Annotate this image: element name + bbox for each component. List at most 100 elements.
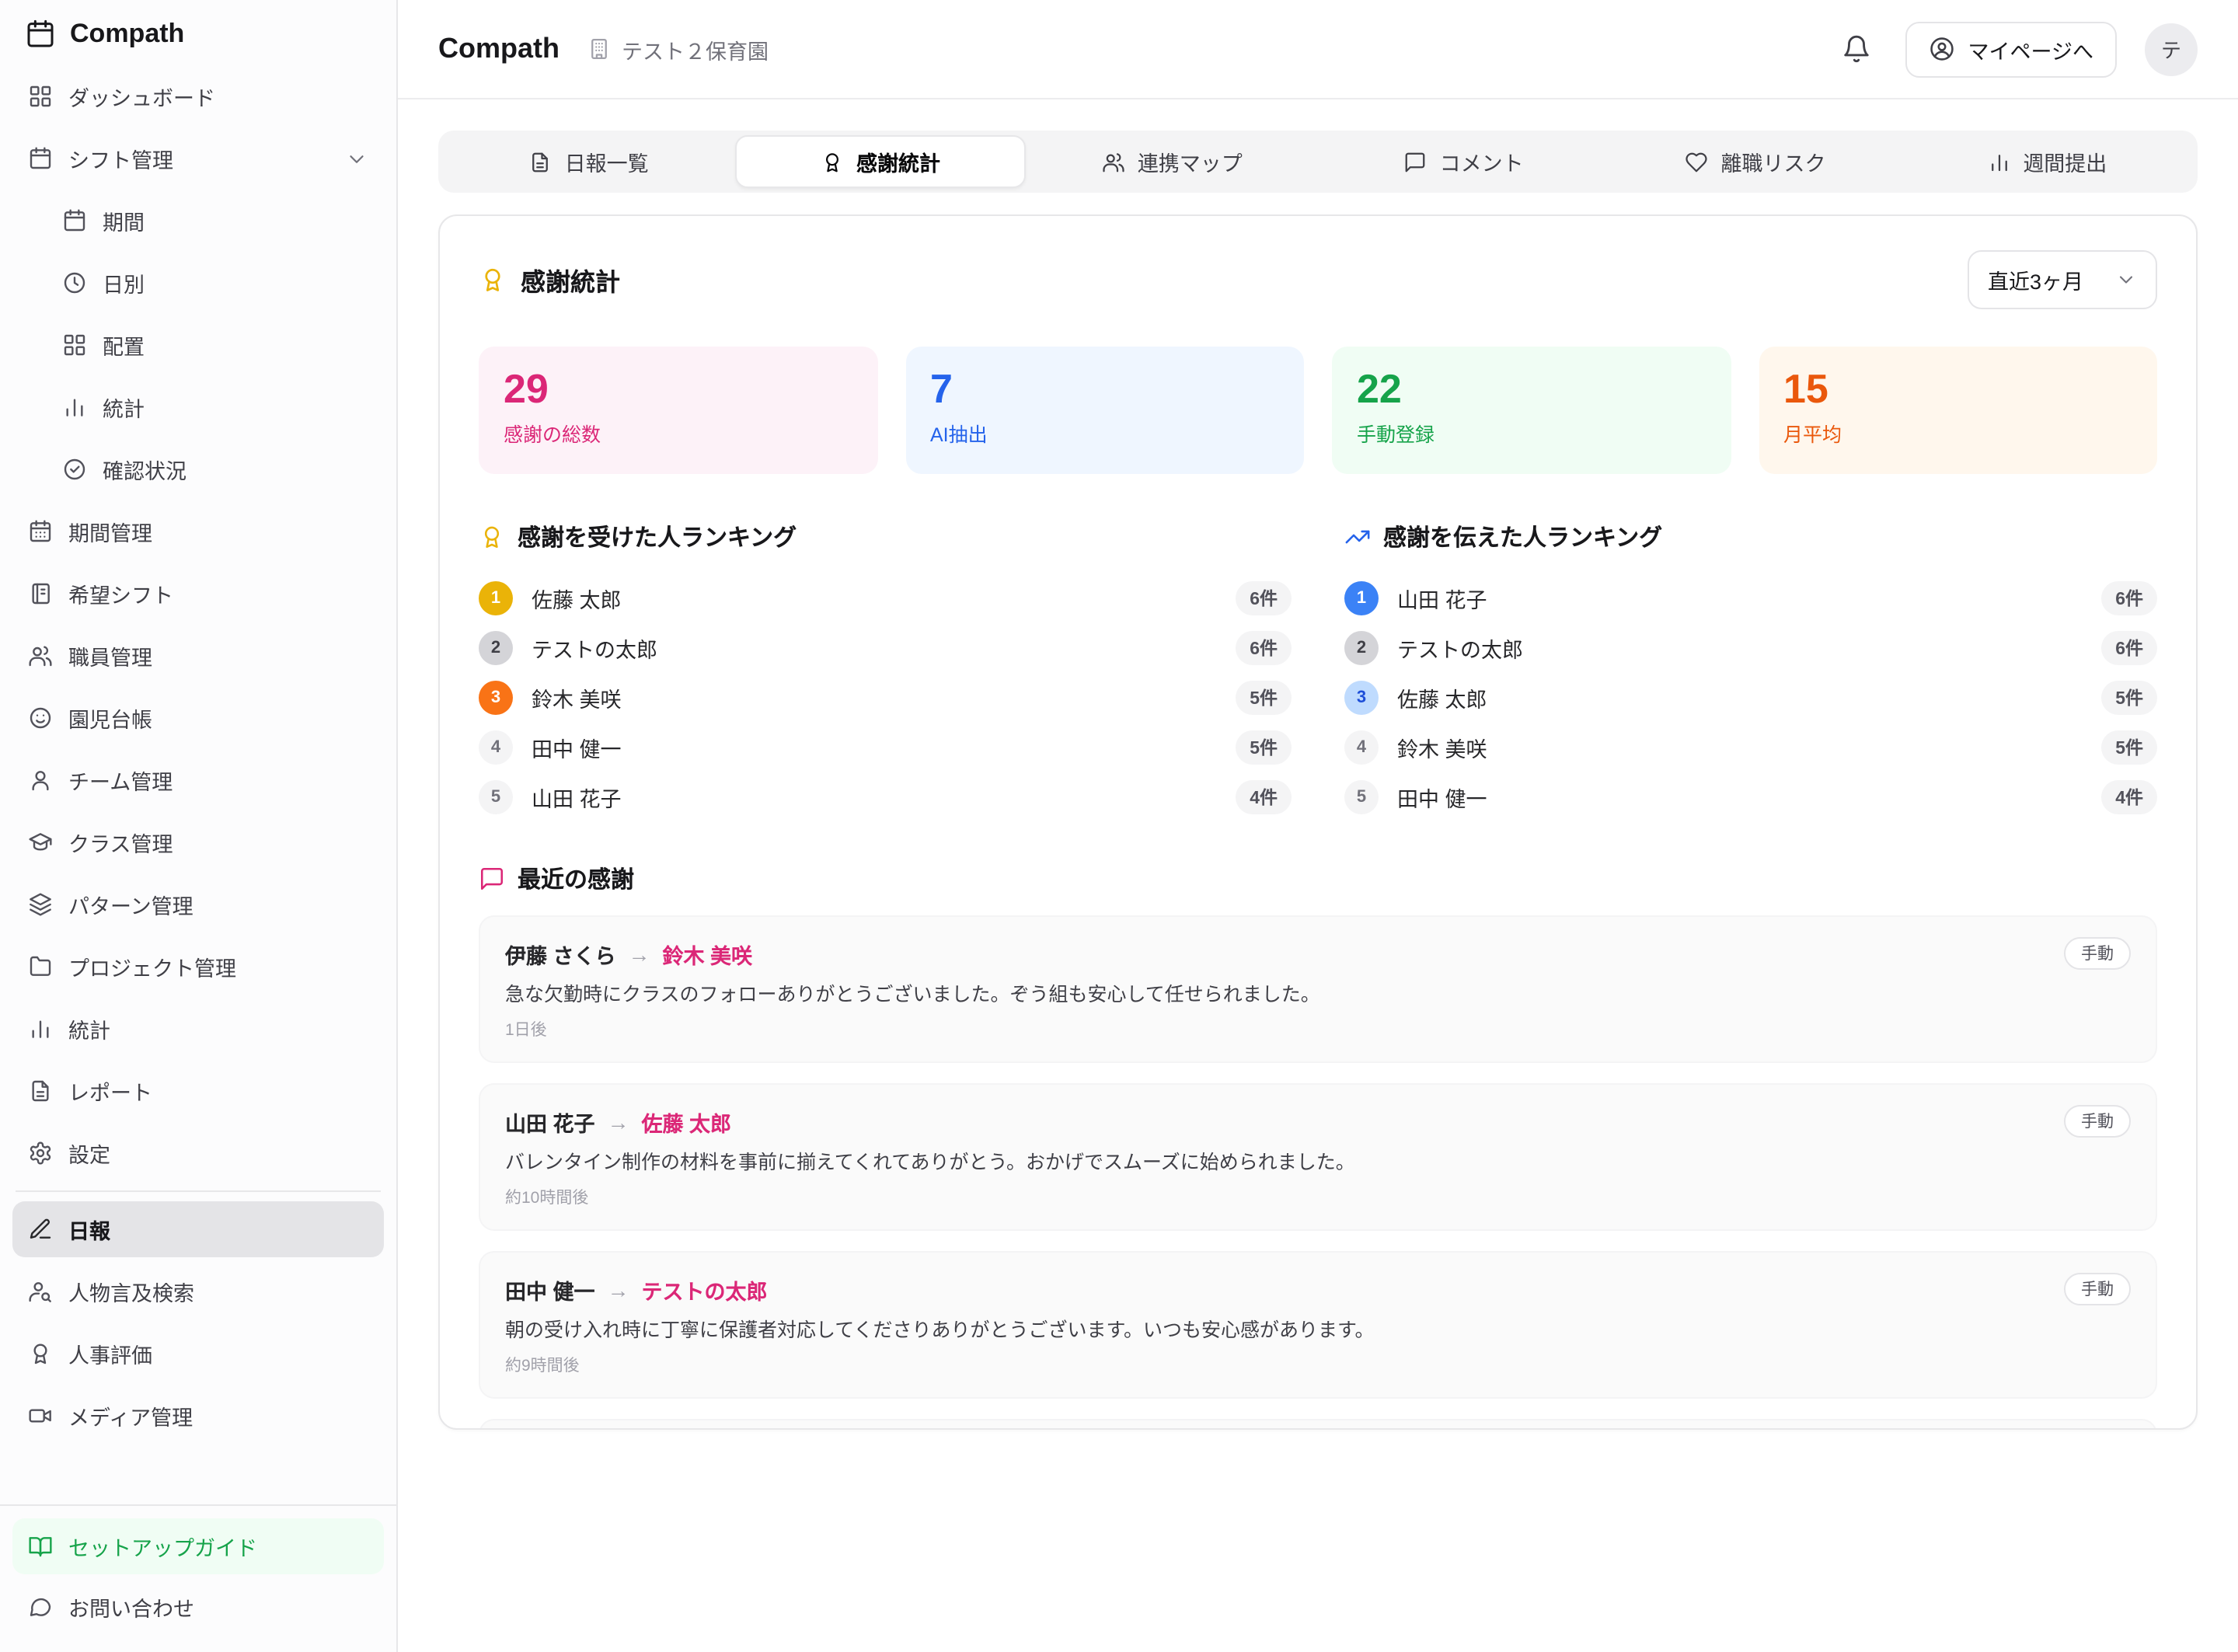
ranking-name: 鈴木 美咲 — [532, 682, 622, 713]
recent-title-row: 最近の感謝 — [479, 863, 2157, 895]
sidebar-item-shift-management[interactable]: シフト管理 — [12, 131, 384, 186]
gratitude-item-header: 山田 花子→佐藤 太郎手動 — [505, 1105, 2131, 1138]
sidebar-item-staff-management[interactable]: 職員管理 — [12, 628, 384, 684]
gratitude-item: 伊藤 さくら→鈴木 美咲手動急な欠勤時にクラスのフォローありがとうございました。… — [479, 915, 2157, 1063]
sidebar-item-class-management[interactable]: クラス管理 — [12, 814, 384, 870]
manual-badge: 手動 — [2064, 1105, 2131, 1138]
tab-report-list[interactable]: 日報一覧 — [443, 135, 734, 188]
app-logo[interactable]: Compath — [0, 0, 396, 62]
tab-collaboration-map[interactable]: 連携マップ — [1027, 135, 1318, 188]
mypage-label: マイページへ — [1968, 33, 2093, 64]
ranking-row: 3鈴木 美咲5件 — [479, 673, 1292, 723]
bar-chart-icon — [1987, 150, 2010, 173]
tab-label: 連携マップ — [1138, 146, 1243, 177]
sidebar-item-request-shift[interactable]: 希望シフト — [12, 566, 384, 622]
rank-badge: 3 — [1344, 681, 1379, 715]
arrow-right-icon: → — [608, 1277, 629, 1302]
tab-gratitude-stats[interactable]: 感謝統計 — [734, 135, 1026, 188]
settings-icon — [28, 1141, 53, 1166]
sidebar-item-confirmation-status[interactable]: 確認状況 — [47, 441, 384, 497]
given-ranking-title-row: 感謝を伝えた人ランキング — [1344, 521, 2157, 553]
message-square-icon — [479, 866, 505, 892]
clock-icon — [62, 270, 87, 295]
sidebar-item-setup-guide[interactable]: セットアップガイド — [12, 1518, 384, 1574]
folder-icon — [28, 954, 53, 979]
org-label: テスト２保育園 — [587, 33, 769, 64]
rank-badge: 4 — [479, 730, 513, 765]
sidebar-item-team-management[interactable]: チーム管理 — [12, 752, 384, 808]
gratitude-to-name: テストの太郎 — [642, 1274, 768, 1305]
sidebar-item-project-management[interactable]: プロジェクト管理 — [12, 939, 384, 995]
users-icon — [1102, 150, 1125, 173]
tab-label: コメント — [1440, 146, 1524, 177]
sidebar-item-dashboard[interactable]: ダッシュボード — [12, 68, 384, 124]
sidebar-item-assignment[interactable]: 配置 — [47, 317, 384, 373]
sidebar-item-label: 園児台帳 — [68, 702, 152, 734]
stats-row: 29感謝の総数7AI抽出22手動登録15月平均 — [479, 347, 2157, 474]
sidebar-item-contact[interactable]: お問い合わせ — [12, 1579, 384, 1635]
sidebar-item-label: 設定 — [68, 1138, 110, 1169]
calendar-days-icon — [28, 519, 53, 544]
sidebar-item-label: クラス管理 — [68, 827, 173, 858]
gratitude-item: 山田 花子→佐藤 太郎手動バレンタイン制作の材料を事前に揃えてくれてありがとう。… — [479, 1083, 2157, 1231]
rank-badge: 2 — [479, 631, 513, 665]
pen-line-icon — [28, 1217, 53, 1242]
received-ranking-title: 感謝を受けた人ランキング — [518, 521, 797, 553]
ranking-row: 2テストの太郎6件 — [1344, 623, 2157, 673]
sidebar-item-report[interactable]: レポート — [12, 1063, 384, 1119]
building-icon — [587, 37, 611, 61]
ranking-name: 田中 健一 — [532, 732, 622, 763]
ranking-row: 2 テストの太郎 6件 — [479, 623, 1292, 673]
mypage-button[interactable]: マイページへ — [1906, 21, 2117, 77]
given-ranking-section: 感謝を伝えた人ランキング 1山田 花子6件2テストの太郎6件3佐藤 太郎5件4鈴… — [1344, 521, 2157, 822]
ranking-count-badge: 6件 — [1236, 631, 1292, 665]
sidebar-item-label: チーム管理 — [68, 765, 173, 796]
ranking-name: テストの太郎 — [532, 633, 657, 664]
panel-title-row: 感謝統計 — [479, 261, 620, 298]
sidebar-item-label: レポート — [68, 1075, 152, 1107]
sidebar: Compath ダッシュボードシフト管理期間日別配置統計確認状況期間管理希望シフ… — [0, 0, 398, 1652]
sidebar-item-pattern-management[interactable]: パターン管理 — [12, 877, 384, 932]
sidebar-item-period[interactable]: 期間 — [47, 193, 384, 249]
recent-title: 最近の感謝 — [518, 863, 634, 895]
tab-turnover-risk[interactable]: 離職リスク — [1609, 135, 1901, 188]
gratitude-item-header: 伊藤 さくら→鈴木 美咲手動 — [505, 937, 2131, 970]
rank-badge: 2 — [1344, 631, 1379, 665]
stat-value: 7 — [930, 367, 1279, 413]
period-select[interactable]: 直近3ヶ月 — [1968, 250, 2157, 309]
gratitude-item: 田中 健一→テストの太郎手動朝の受け入れ時に丁寧に保護者対応してくださりありがと… — [479, 1252, 2157, 1399]
notifications-button[interactable] — [1836, 28, 1878, 70]
sidebar-item-person-mention-search[interactable]: 人物言及検索 — [12, 1263, 384, 1319]
sidebar-item-label: 配置 — [103, 329, 145, 361]
message-circle-icon — [28, 1594, 53, 1619]
sidebar-item-settings[interactable]: 設定 — [12, 1125, 384, 1181]
avatar[interactable]: テ — [2145, 23, 2198, 75]
sidebar-item-hr-evaluation[interactable]: 人事評価 — [12, 1326, 384, 1382]
given-ranking-title: 感謝を伝えた人ランキング — [1383, 521, 1662, 553]
panel-header: 感謝統計 直近3ヶ月 — [479, 250, 2157, 309]
gratitude-message: 朝の受け入れ時に丁寧に保護者対応してくださりありがとうございます。いつも安心感が… — [505, 1317, 2131, 1345]
user-icon — [28, 768, 53, 793]
gratitude-to-name: 佐藤 太郎 — [642, 1106, 732, 1137]
tab-comments[interactable]: コメント — [1318, 135, 1609, 188]
gratitude-timestamp: 1日後 — [505, 1018, 2131, 1041]
rank-badge: 1 — [1344, 581, 1379, 615]
gratitude-item-partial — [479, 1420, 2157, 1430]
sidebar-item-statistics[interactable]: 統計 — [12, 1001, 384, 1057]
stat-value: 29 — [504, 367, 852, 413]
sidebar-item-child-register[interactable]: 園児台帳 — [12, 690, 384, 746]
panel-title: 感謝統計 — [521, 261, 620, 298]
tab-weekly-submission[interactable]: 週間提出 — [1902, 135, 2193, 188]
bar-chart-icon — [28, 1016, 53, 1041]
sidebar-item-daily-report[interactable]: 日報 — [12, 1201, 384, 1257]
ranking-row: 5山田 花子4件 — [479, 772, 1292, 822]
tab-label: 週間提出 — [2023, 146, 2107, 177]
manual-badge: 手動 — [2064, 937, 2131, 970]
stat-label: 手動登録 — [1357, 418, 1706, 448]
sidebar-item-daily[interactable]: 日別 — [47, 255, 384, 311]
org-name: テスト２保育園 — [622, 33, 769, 64]
sidebar-item-period-management[interactable]: 期間管理 — [12, 504, 384, 559]
sidebar-item-shift-statistics[interactable]: 統計 — [47, 379, 384, 435]
sidebar-item-media-management[interactable]: メディア管理 — [12, 1388, 384, 1444]
ranking-count-badge: 4件 — [1236, 780, 1292, 814]
